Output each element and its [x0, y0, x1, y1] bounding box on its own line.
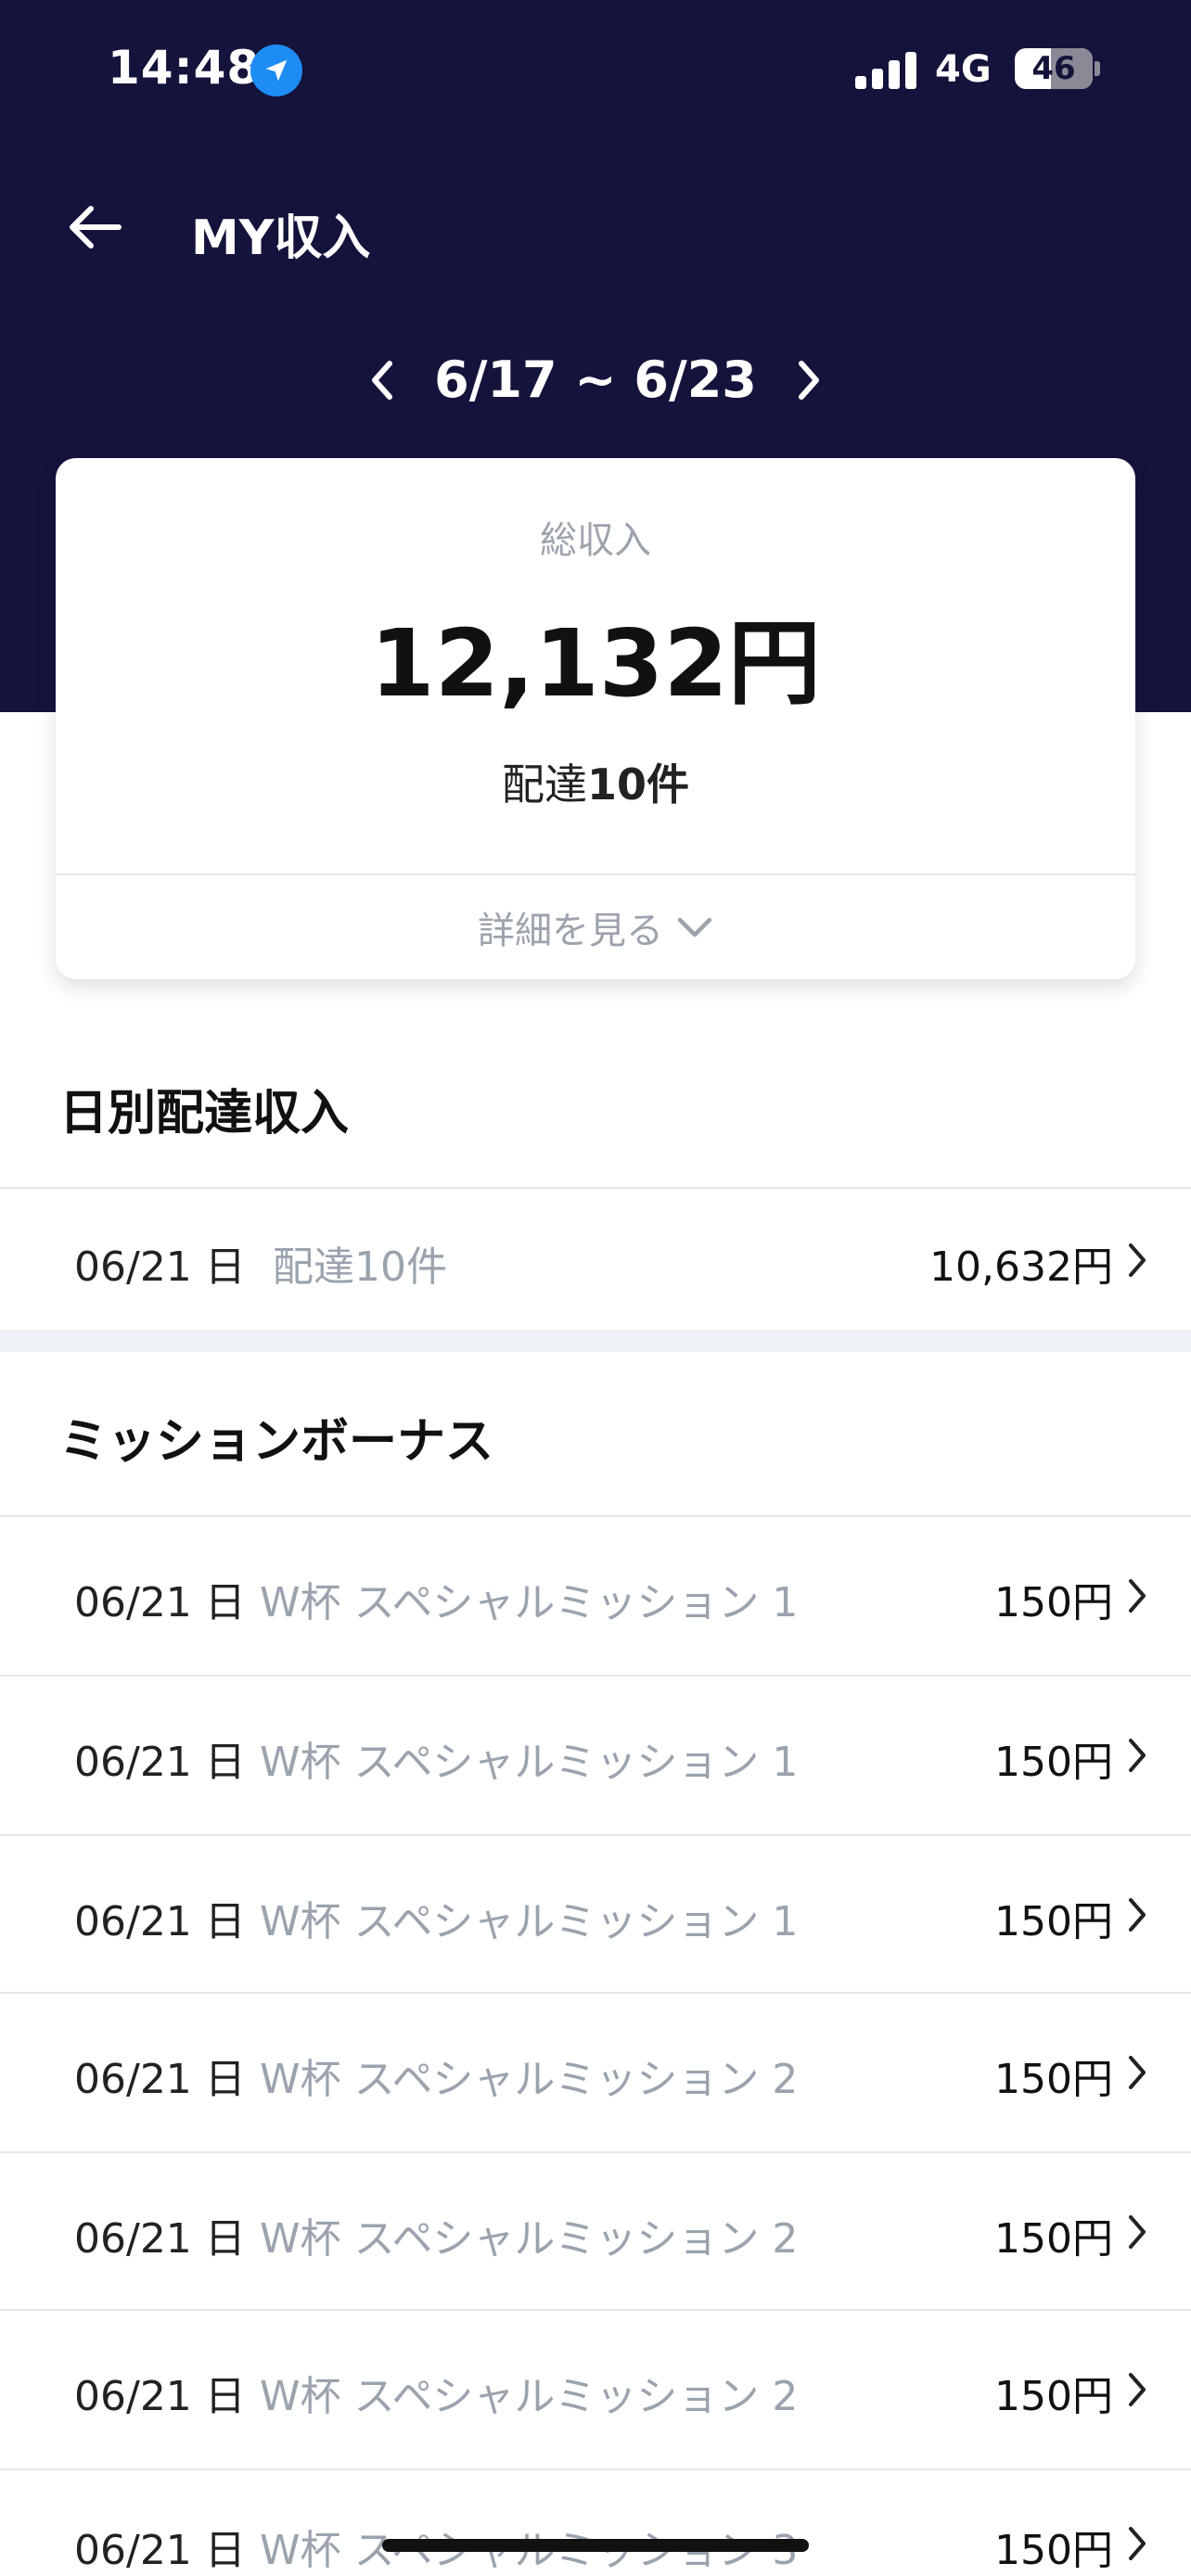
show-details-label: 詳細を見る: [478, 910, 663, 952]
mission-bonus-row[interactable]: 06/21 日 W杯 スペシャルミッション 1 150円: [0, 1517, 1191, 1675]
row-date: 06/21 日: [74, 1739, 246, 1786]
daily-income-row[interactable]: 06/21 日 配達10件 10,632円: [0, 1191, 1191, 1330]
battery-percent: 46: [1031, 50, 1076, 87]
row-amount: 150円: [994, 1898, 1113, 1945]
row-amount: 150円: [994, 1739, 1113, 1786]
chevron-right-icon: [1119, 2051, 1156, 2094]
row-amount: 10,632円: [929, 1243, 1113, 1291]
row-amount: 150円: [994, 2215, 1113, 2263]
row-description: W杯 スペシャルミッション 2: [260, 2215, 799, 2263]
mission-bonus-row[interactable]: 06/21 日 W杯 スペシャルミッション 1 150円: [0, 1677, 1191, 1834]
chevron-right-icon: [1119, 2368, 1156, 2411]
nav-bar: MY収入: [0, 176, 1191, 278]
row-amount: 150円: [994, 2056, 1113, 2103]
chevron-left-icon: [372, 361, 392, 400]
delivery-count-value: 10件: [586, 759, 689, 810]
mission-bonus-section-title: ミッションボーナス: [59, 1414, 494, 1470]
battery-nub: [1095, 61, 1100, 76]
divider: [0, 1187, 1191, 1189]
row-description: W杯 スペシャルミッション 2: [260, 2056, 799, 2103]
chevron-right-icon: [1119, 1239, 1156, 1282]
date-range-label: 6/17 ~ 6/23: [434, 351, 757, 409]
arrow-left-icon: [70, 206, 122, 249]
mission-bonus-row[interactable]: 06/21 日 W杯 スペシャルミッション 2 150円: [0, 2311, 1191, 2468]
network-label: 4G: [935, 48, 992, 91]
row-date: 06/21 日: [74, 1898, 246, 1945]
row-description: W杯 スペシャルミッション 2: [260, 2373, 799, 2420]
chevron-right-icon: [799, 361, 819, 400]
row-date: 06/21 日: [74, 1579, 246, 1626]
status-time: 14:48: [108, 41, 261, 95]
row-amount: 150円: [994, 1579, 1113, 1626]
delivery-count: 配達10件: [56, 751, 1135, 812]
chevron-right-icon: [1119, 2522, 1156, 2565]
status-bar: 14:48 4G 46: [0, 0, 1191, 139]
row-date: 06/21 日: [74, 1243, 246, 1291]
chevron-right-icon: [1119, 1575, 1156, 1617]
row-description: W杯 スペシャルミッション 1: [260, 1739, 799, 1786]
row-date: 06/21 日: [74, 2215, 246, 2263]
income-summary-card: 総収入 12,132円 配達10件 詳細を見る: [56, 458, 1135, 979]
row-amount: 150円: [994, 2527, 1113, 2574]
previous-week-button[interactable]: [354, 352, 410, 408]
date-range-selector: 6/17 ~ 6/23: [0, 334, 1191, 427]
mission-bonus-row[interactable]: 06/21 日 W杯 スペシャルミッション 1 150円: [0, 1836, 1191, 1994]
section-separator: [0, 1330, 1191, 1352]
next-week-button[interactable]: [781, 352, 837, 408]
row-description: W杯 スペシャルミッション 1: [260, 1898, 799, 1945]
row-description: 配達10件: [273, 1243, 447, 1291]
home-indicator[interactable]: [382, 2539, 809, 2552]
chevron-down-icon: [677, 917, 712, 937]
row-date: 06/21 日: [74, 2056, 246, 2103]
mission-bonus-row[interactable]: 06/21 日 W杯 スペシャルミッション 3 150円: [0, 2470, 1191, 2576]
cellular-signal-icon: [855, 52, 920, 89]
daily-income-section-title: 日別配達収入: [59, 1086, 350, 1141]
page-title: MY収入: [191, 210, 371, 266]
row-amount: 150円: [994, 2373, 1113, 2420]
row-description: W杯 スペシャルミッション 1: [260, 1579, 799, 1626]
chevron-right-icon: [1119, 1734, 1156, 1777]
back-button[interactable]: [59, 195, 130, 260]
row-date: 06/21 日: [74, 2373, 246, 2420]
show-details-button[interactable]: 詳細を見る: [56, 875, 1135, 979]
mission-bonus-row[interactable]: 06/21 日 W杯 スペシャルミッション 2 150円: [0, 2153, 1191, 2311]
chevron-right-icon: [1119, 2211, 1156, 2253]
row-date: 06/21 日: [74, 2527, 246, 2574]
battery-icon: 46: [1015, 48, 1093, 89]
location-arrow-icon: [250, 45, 302, 96]
total-income-label: 総収入: [540, 519, 651, 562]
chevron-right-icon: [1119, 1894, 1156, 1936]
total-income-amount: 12,132円: [370, 609, 821, 718]
mission-bonus-row[interactable]: 06/21 日 W杯 スペシャルミッション 2 150円: [0, 1994, 1191, 2151]
delivery-count-prefix: 配達: [501, 759, 587, 810]
